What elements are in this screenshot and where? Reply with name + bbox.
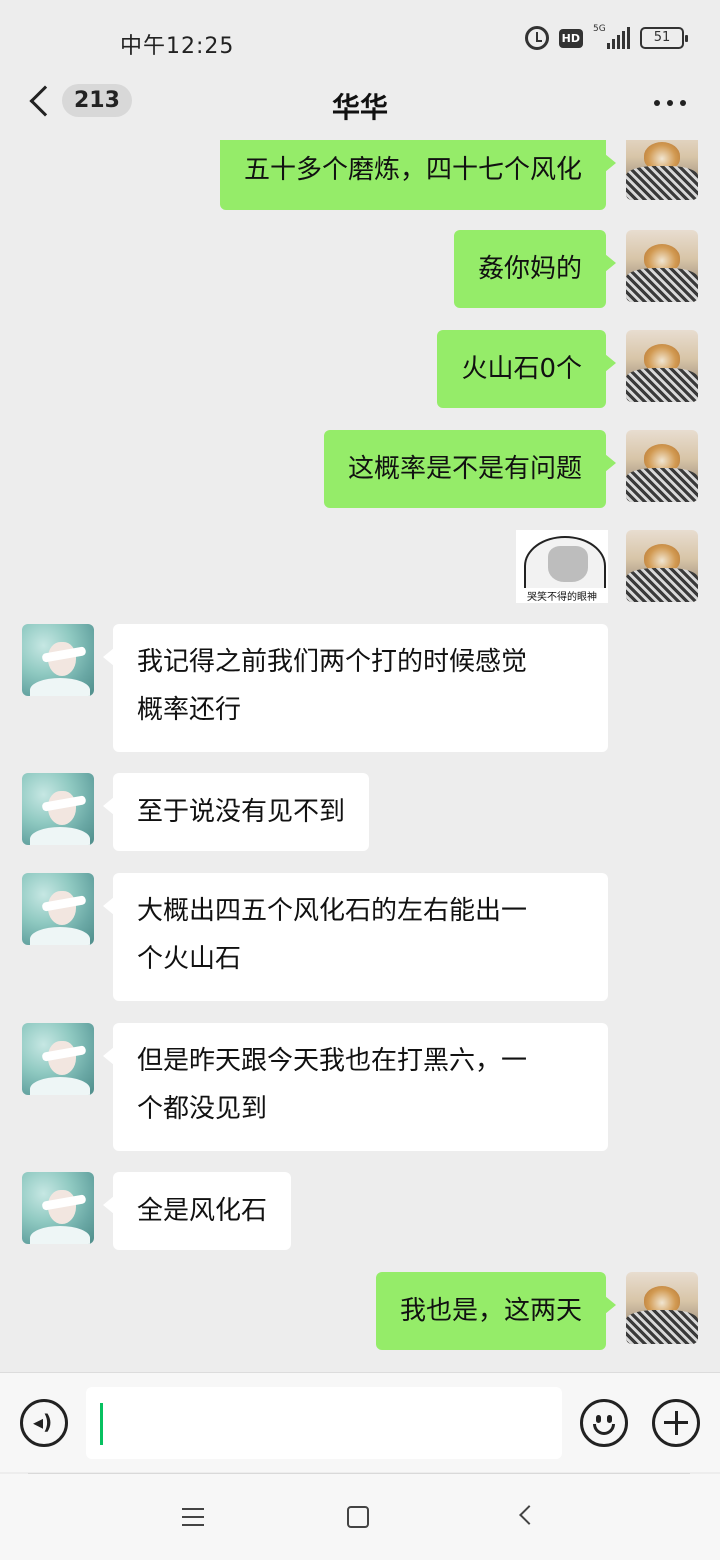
home-icon[interactable] <box>347 1506 369 1528</box>
message-bubble[interactable]: 我记得之前我们两个打的时候感觉 概率还行 <box>103 624 608 752</box>
message-line: 但是昨天跟今天我也在打黑六，一 <box>137 1046 528 1076</box>
sticker-image[interactable]: 哭笑不得的眼神 <box>516 530 608 603</box>
more-dots-icon <box>654 100 660 106</box>
contact-avatar[interactable] <box>22 873 94 945</box>
message-line: 概率还行 <box>137 695 242 725</box>
message-outgoing: 这概率是不是有问题 <box>0 430 720 510</box>
signal-icon: 5G <box>593 24 630 49</box>
menu-icon[interactable] <box>182 1508 204 1526</box>
input-bar <box>0 1372 720 1472</box>
message-bubble[interactable]: 全是风化石 <box>102 1172 292 1250</box>
message-bubble[interactable]: 我也是，这两天 <box>375 1272 617 1350</box>
emoji-icon[interactable] <box>580 1399 628 1447</box>
voice-icon[interactable] <box>20 1399 68 1447</box>
system-nav-bar <box>0 1474 720 1560</box>
sticker-caption: 哭笑不得的眼神 <box>516 588 608 603</box>
contact-avatar[interactable] <box>22 624 94 696</box>
status-icons: HD 5G 51 <box>524 24 688 50</box>
message-bubble[interactable]: 这概率是不是有问题 <box>323 430 617 508</box>
message-outgoing: 火山石0个 <box>0 330 720 410</box>
message-outgoing-sticker: 哭笑不得的眼神 <box>0 530 720 610</box>
message-line: 个火山石 <box>137 944 242 974</box>
message-bubble[interactable]: 但是昨天跟今天我也在打黑六，一 个都没见到 <box>103 1023 608 1151</box>
hd-icon: HD <box>558 28 583 48</box>
more-button[interactable] <box>654 100 686 106</box>
message-incoming: 但是昨天跟今天我也在打黑六，一 个都没见到 <box>0 1023 720 1151</box>
message-outgoing: 姦你妈的 <box>0 230 720 310</box>
message-bubble[interactable]: 大概出四五个风化石的左右能出一 个火山石 <box>103 873 608 1001</box>
back-icon[interactable] <box>519 1505 539 1525</box>
message-line: 个都没见到 <box>137 1094 268 1124</box>
my-avatar[interactable] <box>626 140 698 200</box>
message-outgoing: 我也是，这两天 <box>0 1272 720 1352</box>
my-avatar[interactable] <box>626 530 698 602</box>
contact-avatar[interactable] <box>22 1172 94 1244</box>
message-incoming: 我记得之前我们两个打的时候感觉 概率还行 <box>0 624 720 752</box>
message-line: 大概出四五个风化石的左右能出一 <box>137 896 528 926</box>
chat-message-list[interactable]: 五十多个磨炼，四十七个风化 姦你妈的 火山石0个 这概率是不是有问题 哭笑不得的… <box>0 140 720 1372</box>
alarm-icon <box>524 26 549 50</box>
message-bubble[interactable]: 姦你妈的 <box>453 230 617 308</box>
message-outgoing: 五十多个磨炼，四十七个风化 <box>0 140 720 210</box>
text-cursor <box>100 1403 103 1445</box>
chat-header: 213 华华 <box>0 70 720 140</box>
message-input[interactable] <box>86 1387 562 1459</box>
message-incoming: 至于说没有见不到 <box>0 773 720 853</box>
message-bubble[interactable]: 火山石0个 <box>437 330 616 408</box>
battery-icon: 51 <box>640 27 688 49</box>
network-label: 5G <box>593 24 606 34</box>
message-line: 我记得之前我们两个打的时候感觉 <box>137 647 528 677</box>
message-bubble[interactable]: 至于说没有见不到 <box>102 773 370 851</box>
contact-avatar[interactable] <box>22 1023 94 1095</box>
my-avatar[interactable] <box>626 430 698 502</box>
my-avatar[interactable] <box>626 330 698 402</box>
status-bar: 中午12:25 HD 5G 51 <box>0 0 720 80</box>
message-incoming: 大概出四五个风化石的左右能出一 个火山石 <box>0 873 720 1001</box>
my-avatar[interactable] <box>626 230 698 302</box>
message-bubble[interactable]: 五十多个磨炼，四十七个风化 <box>219 140 617 210</box>
my-avatar[interactable] <box>626 1272 698 1344</box>
contact-avatar[interactable] <box>22 773 94 845</box>
status-time: 中午12:25 <box>120 34 235 59</box>
chat-title: 华华 <box>331 91 388 124</box>
message-incoming: 全是风化石 <box>0 1172 720 1252</box>
plus-icon[interactable] <box>652 1399 700 1447</box>
meme-face-icon <box>524 536 606 596</box>
